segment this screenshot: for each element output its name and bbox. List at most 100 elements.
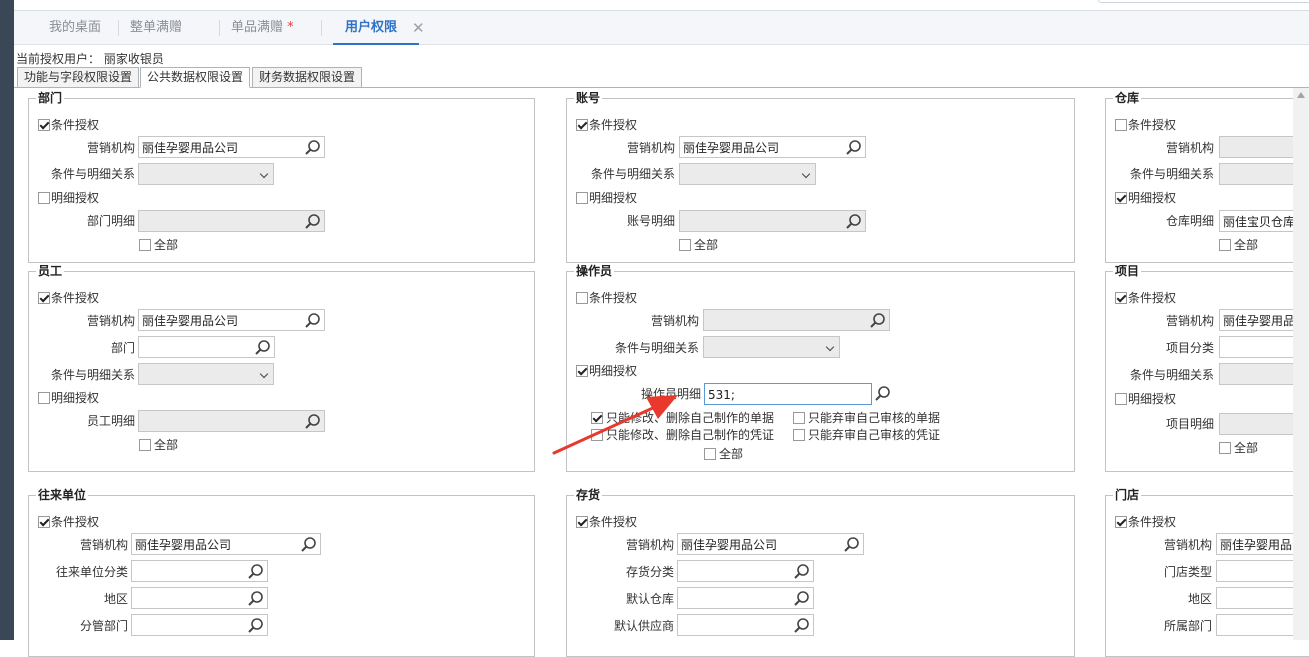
page-tab-bar: 我的桌面 整单满赠 单品满赠 * 用户权限 ✕ [14, 11, 1309, 45]
branch-dept-input[interactable] [131, 614, 268, 636]
cond-auth-checkbox[interactable] [1115, 119, 1127, 131]
marketing-org-input[interactable]: 丽佳孕婴用品公司 [679, 136, 866, 158]
operator-detail-input[interactable]: 531; [704, 383, 872, 405]
operator-detail-value: 531; [708, 388, 735, 402]
search-icon[interactable] [793, 590, 811, 608]
cond-auth-checkbox[interactable] [576, 119, 588, 131]
cond-auth-checkbox[interactable] [576, 516, 588, 528]
tab-my-desktop[interactable]: 我的桌面 [49, 11, 101, 44]
search-icon[interactable] [247, 563, 265, 581]
search-icon[interactable] [869, 312, 887, 330]
relation-select[interactable] [138, 163, 274, 185]
search-icon[interactable] [254, 339, 272, 357]
marketing-org-value: 丽佳孕婴用品公司 [142, 314, 239, 328]
relation-select[interactable] [679, 163, 816, 185]
employee-detail-label: 员工明细 [86, 414, 135, 428]
cond-auth-checkbox[interactable] [38, 292, 50, 304]
search-icon[interactable] [793, 617, 811, 635]
detail-auth-checkbox[interactable] [576, 365, 588, 377]
cond-auth-checkbox[interactable] [576, 292, 588, 304]
marketing-org-value: 丽佳孕婴用品公司 [135, 538, 232, 552]
search-icon[interactable] [845, 139, 863, 157]
region-label: 地区 [103, 592, 128, 606]
section-title: 存货 [574, 487, 603, 503]
relation-label: 条件与明细关系 [1129, 368, 1214, 382]
default-warehouse-input[interactable] [677, 587, 814, 609]
marketing-org-label: 营销机构 [79, 538, 128, 552]
cond-auth-label: 条件授权 [51, 118, 100, 132]
search-icon[interactable] [247, 590, 265, 608]
marketing-org-input[interactable]: 丽佳孕婴用品公司 [138, 309, 325, 331]
subtab-finance-data[interactable]: 财务数据权限设置 [252, 67, 363, 88]
dept-detail-input[interactable] [138, 210, 325, 232]
left-sidebar [0, 0, 14, 640]
section-partner: 往来单位 条件授权 营销机构 丽佳孕婴用品公司 往来单位分类 地区 分管部门 [28, 487, 535, 657]
cond-auth-checkbox[interactable] [1115, 292, 1127, 304]
cond-auth-checkbox[interactable] [1115, 516, 1127, 528]
all-checkbox[interactable] [1219, 239, 1231, 251]
search-icon[interactable] [247, 617, 265, 635]
all-label: 全部 [154, 238, 179, 252]
marketing-org-input[interactable]: 丽佳孕婴用品公司 [677, 533, 864, 555]
detail-auth-checkbox[interactable] [38, 392, 50, 404]
search-icon[interactable] [304, 213, 322, 231]
scrollbar-track[interactable] [1293, 88, 1309, 640]
own-docs-unaudit-checkbox[interactable] [793, 412, 805, 424]
section-title: 项目 [1113, 263, 1142, 279]
marketing-org-input[interactable]: 丽佳孕婴用品公司 [138, 136, 325, 158]
cond-auth-label: 条件授权 [1128, 515, 1177, 529]
marketing-org-value: 丽佳孕婴用品公司 [142, 141, 239, 155]
account-detail-input[interactable] [679, 210, 866, 232]
cond-auth-label: 条件授权 [1128, 291, 1177, 305]
relation-select[interactable] [138, 363, 274, 385]
all-checkbox[interactable] [139, 239, 151, 251]
detail-auth-checkbox[interactable] [1115, 192, 1127, 204]
tab-item-gift[interactable]: 单品满赠 * [231, 11, 294, 44]
all-checkbox[interactable] [139, 439, 151, 451]
search-icon[interactable] [304, 312, 322, 330]
tab-label: 用户权限 [345, 20, 398, 35]
tab-user-permissions[interactable]: 用户权限 [332, 11, 420, 45]
detail-auth-checkbox[interactable] [38, 192, 50, 204]
own-vouchers-unaudit-checkbox[interactable] [793, 429, 805, 441]
relation-select[interactable] [703, 336, 840, 358]
search-icon[interactable] [304, 139, 322, 157]
tab-order-gift[interactable]: 整单满赠 [130, 11, 182, 44]
partner-category-input[interactable] [131, 560, 268, 582]
all-checkbox[interactable] [1219, 442, 1231, 454]
cond-auth-label: 条件授权 [589, 291, 638, 305]
search-icon[interactable] [843, 536, 861, 554]
region-label: 地区 [1187, 592, 1212, 606]
search-icon[interactable] [845, 213, 863, 231]
search-icon[interactable] [300, 536, 318, 554]
default-supplier-input[interactable] [677, 614, 814, 636]
cond-auth-checkbox[interactable] [38, 516, 50, 528]
search-icon[interactable] [304, 413, 322, 431]
marketing-org-input[interactable]: 丽佳孕婴用品公司 [131, 533, 321, 555]
marketing-org-label: 营销机构 [625, 538, 674, 552]
search-icon[interactable] [874, 385, 892, 403]
default-supplier-label: 默认供应商 [613, 619, 674, 633]
marketing-org-input[interactable] [703, 309, 890, 331]
search-icon[interactable] [793, 563, 811, 581]
detail-auth-checkbox[interactable] [576, 192, 588, 204]
subtab-public-data[interactable]: 公共数据权限设置 [140, 67, 251, 88]
scrollbar[interactable] [1293, 88, 1309, 640]
relation-label: 条件与明细关系 [1129, 167, 1214, 181]
all-checkbox[interactable] [679, 239, 691, 251]
cond-auth-checkbox[interactable] [38, 119, 50, 131]
header-search-box[interactable] [1098, 0, 1309, 3]
dept-input[interactable] [138, 336, 275, 358]
subtab-function-field[interactable]: 功能与字段权限设置 [17, 67, 140, 88]
cond-auth-label: 条件授权 [589, 118, 638, 132]
all-label: 全部 [1234, 441, 1259, 455]
employee-detail-input[interactable] [138, 410, 325, 432]
close-icon[interactable]: ✕ [412, 11, 425, 44]
region-input[interactable] [131, 587, 268, 609]
account-detail-label: 账号明细 [626, 214, 675, 228]
section-title: 员工 [36, 263, 65, 279]
dept-label: 部门 [110, 341, 135, 355]
detail-auth-checkbox[interactable] [1115, 393, 1127, 405]
section-warehouse: 仓库 条件授权 营销机构 条件与明细关系 明细授权 仓库明细 丽佳宝贝仓库; 全… [1105, 90, 1309, 263]
inventory-category-input[interactable] [677, 560, 814, 582]
